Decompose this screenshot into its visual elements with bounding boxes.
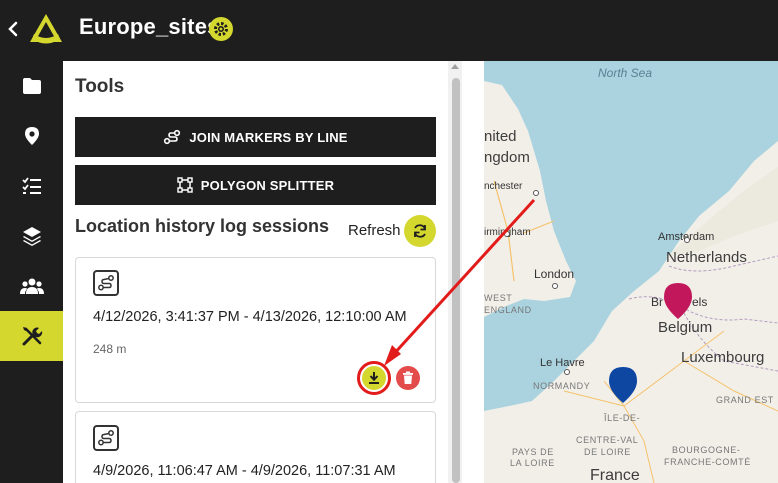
map-label-brussels-a: Br <box>651 295 663 309</box>
sessions-heading: Location history log sessions <box>75 216 330 236</box>
scrollbar-thumb[interactable] <box>452 78 460 483</box>
top-bar: Europe_sites <box>0 0 778 61</box>
users-icon <box>19 278 44 294</box>
map-label-la-loire: LA LOIRE <box>510 458 555 468</box>
map-label-pays-de: PAYS DE <box>512 447 554 457</box>
join-markers-label: JOIN MARKERS BY LINE <box>189 129 348 145</box>
map-label-manchester: nchester <box>484 181 523 192</box>
tools-icon <box>22 327 42 346</box>
city-dot-amsterdam <box>684 237 690 243</box>
nav-item-layers[interactable] <box>0 211 63 261</box>
route-line-icon <box>164 129 181 145</box>
nav-item-files[interactable] <box>0 61 63 111</box>
city-dot-le-havre <box>564 369 570 375</box>
map-view[interactable]: North Sea nited ngdom nchester irmingham… <box>484 61 778 483</box>
map-label-centre-val: CENTRE-VAL <box>576 435 639 445</box>
session-time-range: 4/12/2026, 3:41:37 PM - 4/13/2026, 12:10… <box>93 309 407 325</box>
map-label-west: WEST <box>484 293 513 303</box>
map-label-brussels-b: els <box>692 295 708 309</box>
refresh-button[interactable] <box>404 215 436 247</box>
map-label-kingdom: ngdom <box>484 149 530 166</box>
checklist-icon <box>21 177 41 194</box>
back-chevron-icon[interactable] <box>6 17 20 41</box>
map-label-luxembourg: Luxembourg <box>681 349 765 366</box>
map-label-bourgogne: BOURGOGNE- <box>672 445 741 455</box>
city-dot-birmingham <box>504 231 510 237</box>
map-label-north-sea: North Sea <box>598 66 653 80</box>
scroll-up-arrow-icon[interactable] <box>451 64 459 69</box>
route-icon <box>93 270 119 296</box>
map-label-franche-comte: FRANCHE-COMTÉ <box>664 457 751 467</box>
map-label-de-loire: DE LOIRE <box>584 447 631 457</box>
join-markers-button[interactable]: JOIN MARKERS BY LINE <box>75 117 436 157</box>
polygon-splitter-button[interactable]: POLYGON SPLITTER <box>75 165 436 205</box>
map-label-grand-est: GRAND EST <box>716 395 774 405</box>
nav-item-markers[interactable] <box>0 111 63 161</box>
map-label-united: nited <box>484 128 517 145</box>
refresh-label[interactable]: Refresh <box>348 222 401 239</box>
map-label-ile-de-france: ÎLE-DE- <box>604 413 641 423</box>
city-dot-manchester <box>533 190 539 196</box>
layers-icon <box>22 227 41 246</box>
map-label-le-havre: Le Havre <box>540 357 585 369</box>
map-label-england: ENGLAND <box>484 305 532 315</box>
polygon-select-icon <box>177 177 193 193</box>
nav-item-users[interactable] <box>0 261 63 311</box>
trash-icon <box>403 371 413 384</box>
side-navigation <box>0 61 63 483</box>
location-pin-icon <box>24 127 39 145</box>
app-root: Europe_sites Tools JOIN MARKERS BY LINE … <box>0 0 778 483</box>
map-label-france: France <box>590 467 640 483</box>
project-settings-button[interactable] <box>209 17 233 41</box>
polygon-splitter-label: POLYGON SPLITTER <box>200 177 335 193</box>
nav-item-tasks[interactable] <box>0 161 63 211</box>
folder-icon <box>22 78 41 94</box>
map-label-belgium: Belgium <box>658 319 713 336</box>
panel-map-gutter <box>462 61 484 483</box>
refresh-icon <box>414 224 426 238</box>
route-icon <box>93 425 119 451</box>
highlight-ring <box>357 361 391 395</box>
map-label-netherlands: Netherlands <box>666 249 747 266</box>
app-logo-icon <box>30 14 62 44</box>
gear-icon <box>214 22 228 36</box>
map-label-london: London <box>534 267 575 281</box>
session-card: 4/9/2026, 11:06:47 AM - 4/9/2026, 11:07:… <box>75 411 436 483</box>
session-time-range: 4/9/2026, 11:06:47 AM - 4/9/2026, 11:07:… <box>93 463 396 479</box>
session-distance: 248 m <box>93 342 127 356</box>
delete-session-button[interactable] <box>396 366 420 390</box>
map-label-normandy: NORMANDY <box>533 381 591 391</box>
city-dot-london <box>552 283 558 289</box>
project-title: Europe_sites <box>79 14 220 39</box>
tools-heading: Tools <box>75 76 125 97</box>
nav-item-tools[interactable] <box>0 311 63 361</box>
